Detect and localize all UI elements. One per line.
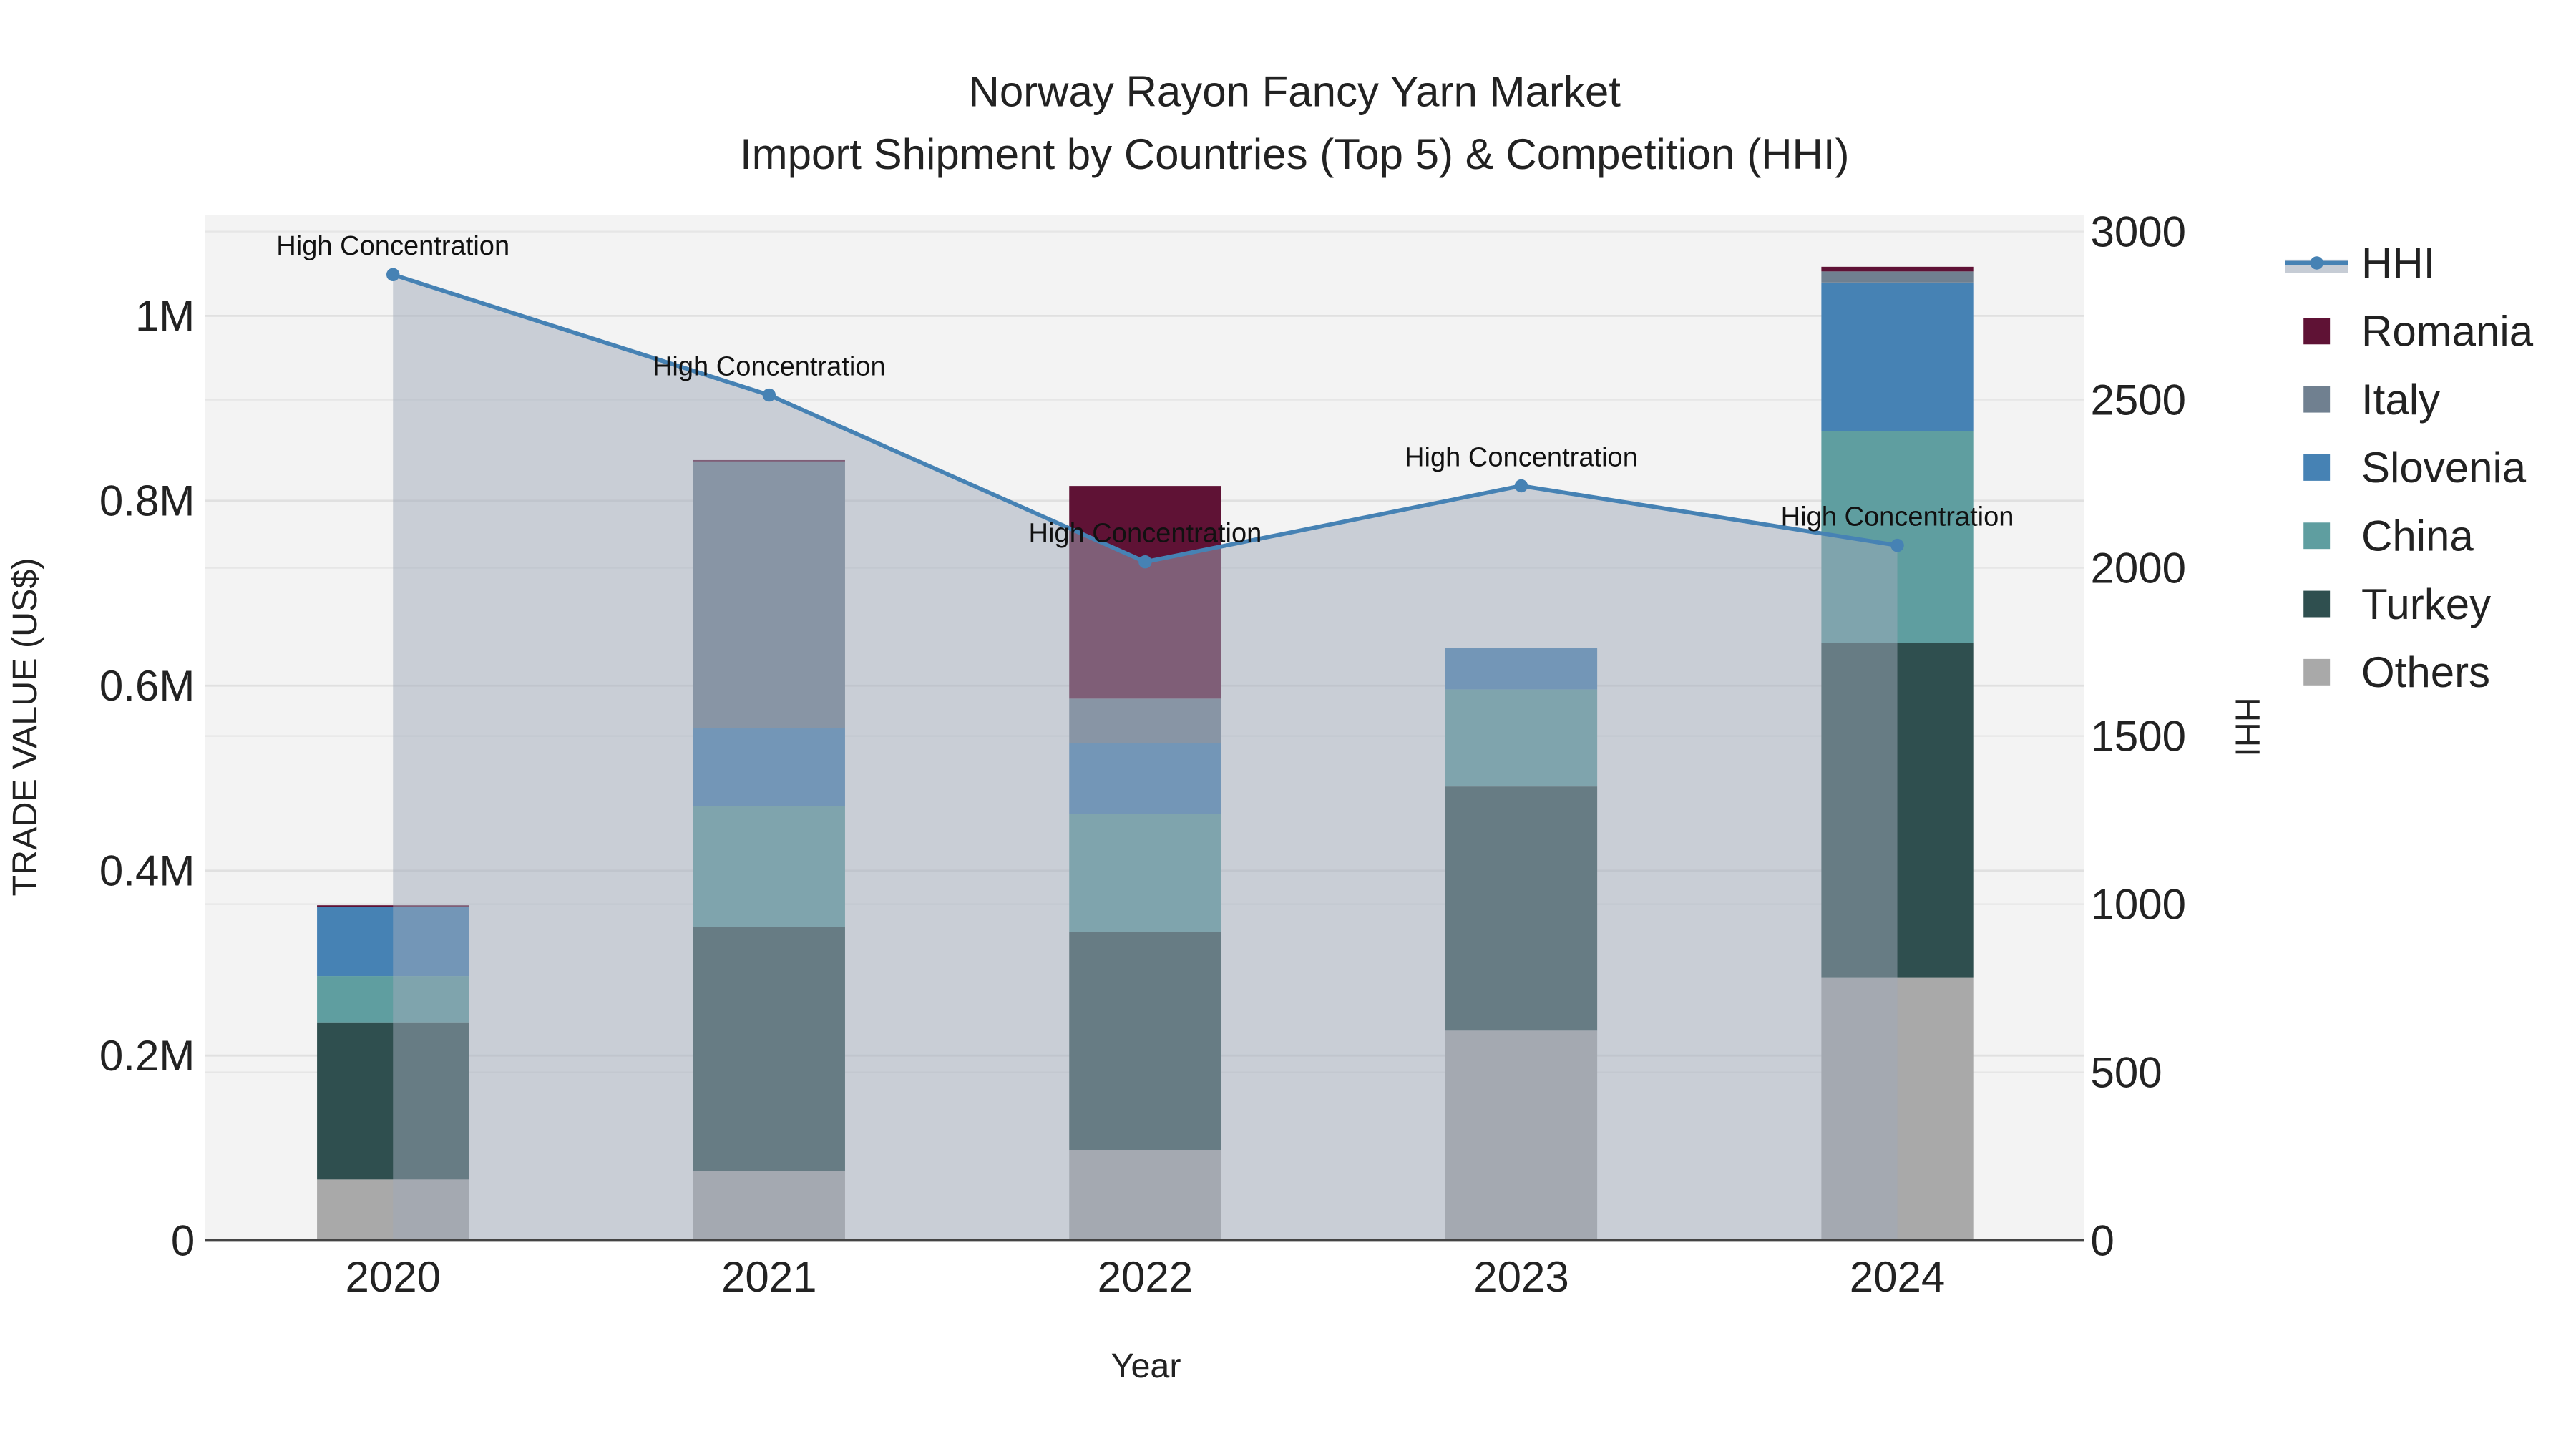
legend-item-slovenia[interactable]: Slovenia <box>2303 444 2527 492</box>
legend-item-others[interactable]: Others <box>2303 648 2490 696</box>
chart-subtitle: Import Shipment by Countries (Top 5) & C… <box>740 130 1850 178</box>
x-tick-label: 2023 <box>1473 1253 1568 1301</box>
chart-title: Norway Rayon Fancy Yarn Market <box>968 67 1621 115</box>
legend-label: HHI <box>2361 239 2435 287</box>
y-tick-label: 1M <box>135 292 195 340</box>
legend-item-hhi[interactable]: HHI <box>2285 239 2435 287</box>
y2-tick-label: 0 <box>2091 1216 2114 1264</box>
y2-tick-label: 1000 <box>2091 880 2186 928</box>
y2-tick-label: 2500 <box>2091 376 2186 424</box>
x-tick-label: 2020 <box>345 1253 440 1301</box>
legend-label: China <box>2361 512 2474 560</box>
bar-romania-2024 <box>1821 266 1974 272</box>
x-tick-label: 2021 <box>721 1253 816 1301</box>
hhi-annotation: High Concentration <box>276 231 509 261</box>
x-tick-label: 2022 <box>1098 1253 1193 1301</box>
legend-item-china[interactable]: China <box>2303 512 2474 560</box>
legend-hhi-marker <box>2310 256 2323 270</box>
hhi-point <box>1514 479 1528 493</box>
y-tick-label: 0.6M <box>99 662 195 710</box>
y-tick-label: 0.2M <box>99 1032 195 1080</box>
legend-label: Italy <box>2361 376 2440 424</box>
hhi-annotation: High Concentration <box>1781 502 2014 532</box>
y2-tick-label: 3000 <box>2091 208 2186 255</box>
y2-tick-label: 1500 <box>2091 712 2186 760</box>
bar-slovenia-2024 <box>1821 282 1974 431</box>
hhi-annotation: High Concentration <box>653 351 886 381</box>
legend-swatch <box>2303 454 2331 481</box>
legend-item-romania[interactable]: Romania <box>2303 308 2534 356</box>
bar-italy-2024 <box>1821 271 1974 283</box>
legend-swatch <box>2303 590 2331 618</box>
legend-swatch <box>2303 658 2331 686</box>
y2-tick-label: 500 <box>2091 1048 2162 1096</box>
y-tick-label: 0.8M <box>99 477 195 525</box>
x-tick-label: 2024 <box>1850 1253 1945 1301</box>
legend-swatch <box>2303 318 2331 345</box>
hhi-annotation: High Concentration <box>1028 519 1262 549</box>
legend-swatch <box>2303 522 2331 550</box>
legend-item-italy[interactable]: Italy <box>2303 376 2440 424</box>
x-axis-title: Year <box>1111 1347 1181 1385</box>
y-axis-title: TRADE VALUE (US$) <box>6 557 44 896</box>
legend: HHI Romania Italy Slovenia China Turkey Others <box>2285 239 2534 696</box>
legend-item-turkey[interactable]: Turkey <box>2303 580 2491 628</box>
hhi-point <box>1138 555 1152 569</box>
legend-label: Slovenia <box>2361 444 2527 492</box>
y-tick-label: 0 <box>171 1216 195 1264</box>
y2-axis-title: HHI <box>2228 697 2267 756</box>
y-tick-label: 0.4M <box>99 847 195 895</box>
legend-swatch <box>2303 386 2331 413</box>
hhi-point <box>386 268 400 282</box>
hhi-annotation: High Concentration <box>1405 442 1638 472</box>
legend-label: Others <box>2361 648 2490 696</box>
legend-label: Romania <box>2361 308 2534 356</box>
chart: High Concentration High Concentration High… <box>6 67 2534 1385</box>
hhi-point <box>1890 538 1904 552</box>
y2-tick-label: 2000 <box>2091 544 2186 592</box>
hhi-point <box>762 388 776 402</box>
legend-label: Turkey <box>2361 580 2491 628</box>
